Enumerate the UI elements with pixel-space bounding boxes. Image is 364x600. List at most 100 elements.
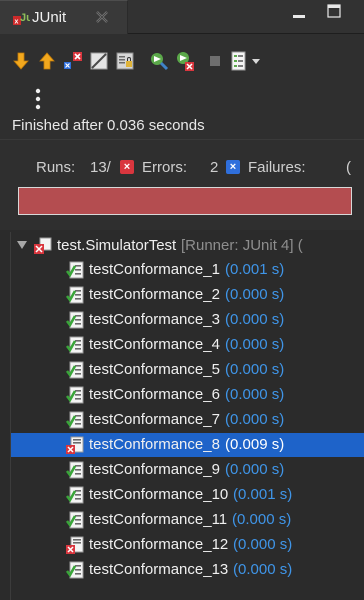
test-case-name: testConformance_5 — [89, 361, 220, 378]
failures-filter-icon — [64, 52, 82, 69]
test-case-row[interactable]: testConformance_10 (0.001 s) — [11, 483, 364, 507]
test-case-time: (0.000 s) — [225, 336, 285, 353]
test-case-row[interactable]: testConformance_1 (0.001 s) — [11, 258, 364, 282]
counter-panel: Runs: 13/ × Errors: 2 × Failures: ( — [0, 140, 364, 230]
junit-tab[interactable]: x Ju JUnit — [0, 0, 128, 34]
test-passed-icon — [65, 261, 84, 279]
test-passed-icon — [65, 386, 84, 404]
test-case-name: testConformance_1 — [89, 261, 220, 278]
view-tab-bar: x Ju JUnit — [0, 0, 364, 34]
history-button[interactable] — [228, 50, 250, 72]
test-case-row[interactable]: testConformance_5 (0.000 s) — [11, 358, 364, 382]
close-icon[interactable] — [95, 10, 109, 24]
arrow-up-icon — [39, 52, 55, 70]
test-case-row[interactable]: testConformance_6 (0.000 s) — [11, 383, 364, 407]
suite-name: test.SimulatorTest — [57, 237, 177, 254]
test-case-time: (0.000 s) — [225, 286, 285, 303]
counter-row: Runs: 13/ × Errors: 2 × Failures: ( — [0, 157, 364, 179]
skipped-icon — [90, 52, 108, 70]
failures-value: ( — [346, 159, 351, 176]
minimize-icon[interactable] — [292, 6, 306, 20]
next-failure-button[interactable] — [10, 50, 32, 72]
test-passed-icon — [65, 486, 84, 504]
test-case-row[interactable]: testConformance_12 (0.000 s) — [11, 533, 364, 557]
previous-failure-button[interactable] — [36, 50, 58, 72]
rerun-icon — [151, 53, 169, 71]
test-passed-icon — [65, 411, 84, 429]
test-case-name: testConformance_9 — [89, 461, 220, 478]
test-case-time: (0.000 s) — [225, 461, 285, 478]
test-case-name: testConformance_13 — [89, 561, 229, 578]
test-passed-icon — [65, 511, 84, 529]
test-case-name: testConformance_11 — [89, 511, 228, 528]
test-case-row[interactable]: testConformance_9 (0.000 s) — [11, 458, 364, 482]
test-passed-icon — [65, 361, 84, 379]
status-message: Finished after 0.036 seconds — [0, 114, 364, 140]
errors-value: 2 — [210, 159, 219, 176]
test-suite-icon — [34, 237, 52, 254]
test-case-time: (0.000 s) — [232, 511, 292, 528]
scroll-lock-button[interactable] — [114, 50, 136, 72]
test-case-time: (0.001 s) — [233, 486, 293, 503]
test-case-row[interactable]: testConformance_2 (0.000 s) — [11, 283, 364, 307]
test-case-name: testConformance_2 — [89, 286, 220, 303]
stop-icon — [210, 56, 220, 66]
maximize-icon[interactable] — [327, 4, 341, 18]
test-case-name: testConformance_4 — [89, 336, 220, 353]
test-case-row[interactable]: testConformance_3 (0.000 s) — [11, 308, 364, 332]
show-skipped-button[interactable] — [88, 50, 110, 72]
test-case-name: testConformance_12 — [89, 536, 229, 553]
test-error-icon — [66, 436, 84, 454]
test-case-time: (0.009 s) — [225, 436, 285, 453]
test-passed-icon — [65, 561, 84, 579]
view-menu-icon[interactable] — [34, 86, 42, 112]
test-case-row[interactable]: testConformance_4 (0.000 s) — [11, 333, 364, 357]
expand-triangle-icon[interactable] — [17, 240, 27, 250]
test-error-icon — [66, 536, 84, 554]
test-case-row[interactable]: testConformance_13 (0.000 s) — [11, 558, 364, 582]
show-failures-only-button[interactable] — [62, 50, 84, 72]
test-passed-icon — [65, 336, 84, 354]
svg-text:Ju: Ju — [20, 12, 30, 24]
chevron-down-icon[interactable] — [252, 59, 260, 65]
test-case-row[interactable]: testConformance_8 (0.009 s) — [11, 433, 364, 457]
progress-bar — [18, 187, 352, 215]
failures-label: Failures: — [248, 159, 306, 176]
test-tree[interactable]: test.SimulatorTest [Runner: JUnit 4] ( t… — [10, 232, 364, 600]
junit-toolbar — [0, 34, 364, 124]
test-case-time: (0.000 s) — [233, 536, 293, 553]
test-case-row[interactable]: testConformance_7 (0.000 s) — [11, 408, 364, 432]
rerun-button[interactable] — [148, 50, 170, 72]
test-passed-icon — [65, 286, 84, 304]
rerun-failed-first-button[interactable] — [174, 50, 196, 72]
test-case-time: (0.001 s) — [225, 261, 285, 278]
test-case-name: testConformance_3 — [89, 311, 220, 328]
test-passed-icon — [65, 311, 84, 329]
failure-icon: × — [226, 160, 240, 174]
errors-label: Errors: — [142, 159, 187, 176]
svg-text:x: x — [15, 19, 19, 26]
error-icon: × — [120, 160, 134, 174]
test-case-time: (0.000 s) — [225, 361, 285, 378]
test-case-time: (0.000 s) — [233, 561, 293, 578]
test-case-name: testConformance_6 — [89, 386, 220, 403]
test-case-name: testConformance_7 — [89, 411, 220, 428]
test-passed-icon — [65, 461, 84, 479]
suite-runner: [Runner: JUnit 4] ( — [181, 237, 303, 254]
test-case-time: (0.000 s) — [225, 411, 285, 428]
arrow-down-icon — [13, 52, 29, 70]
test-case-row[interactable]: testConformance_11 (0.000 s) — [11, 508, 364, 532]
test-case-name: testConformance_8 — [89, 436, 220, 453]
junit-icon: x Ju — [13, 12, 30, 26]
stop-button[interactable] — [204, 50, 226, 72]
tree-suite-row[interactable]: test.SimulatorTest [Runner: JUnit 4] ( — [11, 234, 364, 258]
scroll-lock-icon — [116, 52, 134, 70]
test-case-name: testConformance_10 — [89, 486, 229, 503]
test-case-time: (0.000 s) — [225, 311, 285, 328]
tab-title: JUnit — [32, 9, 67, 26]
history-icon — [231, 51, 246, 71]
runs-label: Runs: — [36, 159, 76, 176]
runs-value: 13/ — [90, 159, 111, 176]
rerun-failed-icon — [177, 52, 194, 71]
test-case-time: (0.000 s) — [225, 386, 285, 403]
